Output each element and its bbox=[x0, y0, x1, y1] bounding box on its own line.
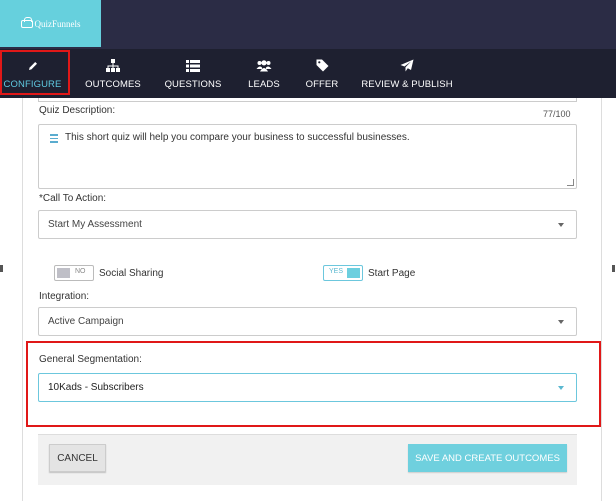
tab-offer-label: OFFER bbox=[305, 78, 339, 90]
logo-icon bbox=[20, 16, 33, 28]
right-edge-marker bbox=[612, 265, 615, 272]
social-sharing-label: Social Sharing bbox=[99, 268, 164, 279]
integration-select[interactable]: Active Campaign bbox=[38, 307, 577, 336]
resize-handle[interactable] bbox=[567, 179, 574, 186]
chevron-down-icon bbox=[558, 223, 564, 227]
toggle-knob bbox=[57, 268, 70, 278]
general-segmentation-label: General Segmentation: bbox=[39, 354, 142, 365]
tab-outcomes[interactable]: OUTCOMES bbox=[80, 49, 146, 98]
call-to-action-select[interactable]: Start My Assessment bbox=[38, 210, 577, 239]
main-nav: CONFIGURE OUTCOMES QUESTIONS LEADS OFFER… bbox=[0, 49, 616, 98]
paper-plane-icon bbox=[399, 58, 415, 74]
character-counter: 77/100 bbox=[543, 109, 571, 119]
previous-field-edge bbox=[38, 98, 577, 102]
start-page-label: Start Page bbox=[368, 268, 416, 279]
logo-text: QuizFunnels bbox=[34, 18, 81, 29]
call-to-action-value: Start My Assessment bbox=[48, 219, 142, 230]
general-segmentation-value: 10Kads - Subscribers bbox=[48, 382, 144, 393]
social-sharing-toggle[interactable]: NO bbox=[54, 265, 94, 281]
quiz-description-label: Quiz Description: bbox=[39, 105, 116, 116]
general-segmentation-select[interactable]: 10Kads - Subscribers bbox=[38, 373, 577, 402]
users-icon bbox=[256, 58, 272, 74]
tab-offer[interactable]: OFFER bbox=[300, 49, 344, 98]
start-page-state: YES bbox=[329, 268, 344, 275]
start-page-toggle[interactable]: YES bbox=[323, 265, 363, 281]
tab-review-publish-label: REVIEW & PUBLISH bbox=[361, 78, 453, 90]
sitemap-icon bbox=[105, 58, 121, 74]
save-and-create-outcomes-button[interactable]: SAVE AND CREATE OUTCOMES bbox=[408, 444, 567, 472]
tab-questions[interactable]: QUESTIONS bbox=[162, 49, 224, 98]
social-sharing-state: NO bbox=[75, 268, 86, 275]
quiz-description-textarea[interactable]: This short quiz will help you compare yo… bbox=[38, 124, 577, 189]
chevron-down-icon bbox=[558, 386, 564, 390]
tab-review-publish[interactable]: REVIEW & PUBLISH bbox=[360, 49, 454, 98]
logo[interactable]: QuizFunnels bbox=[0, 0, 101, 47]
text-lines-icon bbox=[50, 134, 58, 145]
tab-leads-label: LEADS bbox=[248, 78, 280, 90]
top-header: QuizFunnels bbox=[0, 0, 616, 49]
list-icon bbox=[185, 58, 201, 74]
integration-label: Integration: bbox=[39, 291, 90, 302]
tab-outcomes-label: OUTCOMES bbox=[85, 78, 141, 90]
toggle-knob bbox=[347, 268, 360, 278]
cancel-button[interactable]: CANCEL bbox=[49, 444, 106, 472]
quiz-description-value: This short quiz will help you compare yo… bbox=[65, 132, 410, 143]
call-to-action-label: *Call To Action: bbox=[39, 193, 107, 204]
integration-value: Active Campaign bbox=[48, 316, 124, 327]
tab-leads[interactable]: LEADS bbox=[240, 49, 288, 98]
tab-questions-label: QUESTIONS bbox=[164, 78, 222, 90]
tag-icon bbox=[314, 58, 330, 74]
left-edge-marker bbox=[0, 265, 3, 272]
chevron-down-icon bbox=[558, 320, 564, 324]
configure-highlight bbox=[0, 50, 70, 95]
